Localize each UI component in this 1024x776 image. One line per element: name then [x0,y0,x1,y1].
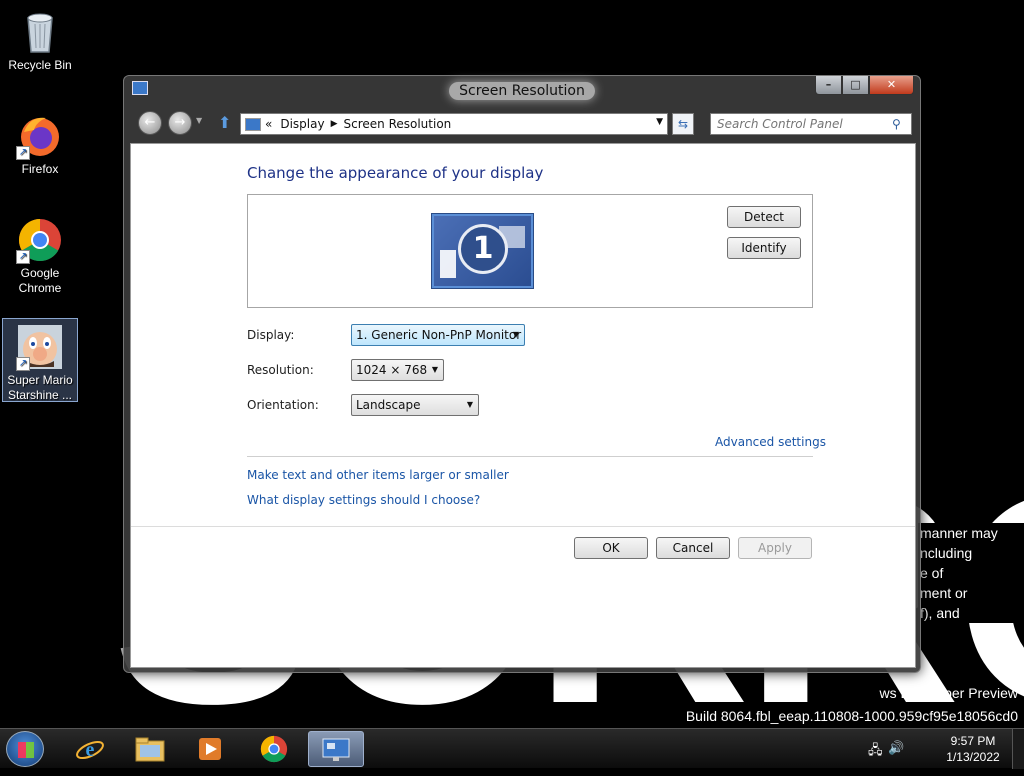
refresh-icon[interactable]: ⇆ [672,113,694,135]
dropdown-arrow-icon: ▼ [512,330,519,339]
page-heading: Change the appearance of your display [247,164,544,182]
monitor-number: 1 [458,224,508,274]
breadcrumb-display[interactable]: Display [280,117,324,131]
taskbar: e 🖧 🔊 9:57 PM 1/13/2022 [0,728,1024,769]
desktop-icon-label: Google Chrome [18,266,62,295]
window-title: Screen Resolution [124,80,920,102]
breadcrumb-screen-resolution[interactable]: Screen Resolution [344,117,452,131]
display-select-value: 1. Generic Non-PnP Monitor [356,328,522,342]
svg-text:e: e [86,739,95,761]
orientation-label: Orientation: [247,398,319,412]
clock-time: 9:57 PM [950,734,996,748]
detect-button[interactable]: Detect [727,206,801,228]
desktop-icon-firefox[interactable]: ↗ Firefox [2,108,78,177]
display-preview-area: 1 Detect Identify [247,194,813,308]
divider [247,456,813,457]
desktop-icon-google-chrome[interactable]: ↗ Google Chrome [2,212,78,296]
breadcrumb-overflow[interactable]: « [265,117,272,131]
desktop-icon-label: Super Mario Starshine ... [7,373,73,402]
divider [131,526,915,527]
breadcrumb-separator-icon[interactable]: ▶ [331,119,338,129]
media-player-icon [199,738,221,760]
apply-button[interactable]: Apply [738,537,812,559]
resolution-select-value: 1024 × 768 [356,363,428,377]
display-select[interactable]: 1. Generic Non-PnP Monitor ▼ [351,324,525,346]
firefox-icon: ↗ [16,112,64,160]
screen-resolution-window: Screen Resolution – □ ✕ ← → ▼ ⬆ « Displa… [123,75,921,673]
text-size-link[interactable]: Make text and other items larger or smal… [247,468,509,482]
orientation-select[interactable]: Landscape ▼ [351,394,479,416]
content-pane: Change the appearance of your display 1 … [130,143,916,668]
dropdown-arrow-icon: ▼ [431,365,438,374]
start-button[interactable] [6,731,44,767]
desktop-icon-label: Firefox [21,162,59,176]
volume-icon[interactable]: 🔊 [888,741,904,756]
internet-explorer-icon: e [76,739,104,761]
taskbar-media-player[interactable] [182,731,238,767]
close-button[interactable]: ✕ [869,76,914,95]
chrome-icon [260,735,288,763]
dropdown-arrow-icon: ▼ [466,400,473,409]
resolution-select[interactable]: 1024 × 768 ▼ [351,359,444,381]
orientation-select-value: Landscape [356,398,421,412]
recent-pages-dropdown-icon[interactable]: ▼ [196,116,202,125]
address-dropdown-icon[interactable]: ▼ [656,117,663,127]
identify-button[interactable]: Identify [727,237,801,259]
system-tray: 🖧 🔊 9:57 PM 1/13/2022 [868,729,1008,769]
clock-date: 1/13/2022 [946,750,1000,764]
taskbar-google-chrome[interactable] [246,731,302,767]
up-arrow-icon[interactable]: ⬆ [218,113,231,132]
display-label: Display: [247,328,295,342]
taskbar-file-explorer[interactable] [122,731,178,767]
display-settings-help-link[interactable]: What display settings should I choose? [247,493,480,507]
shortcut-arrow-icon: ↗ [16,250,30,264]
monitor-window-graphic [440,250,456,278]
address-bar[interactable]: « Display ▶ Screen Resolution ▼ [240,113,668,135]
display-settings-icon [322,738,350,761]
show-desktop-button[interactable] [1012,729,1024,769]
forward-button[interactable]: → [168,111,192,135]
network-icon[interactable]: 🖧 [868,741,883,763]
taskbar-internet-explorer[interactable]: e [62,731,118,767]
os-watermark-line1: ws Developer Preview [879,685,1019,701]
taskbar-control-panel[interactable] [308,731,364,767]
cancel-button[interactable]: Cancel [656,537,730,559]
search-icon[interactable]: ⚲ [892,117,901,131]
control-panel-icon [245,117,261,131]
folder-icon [135,737,165,762]
clock[interactable]: 9:57 PM 1/13/2022 [938,733,1008,765]
search-input[interactable] [710,113,912,135]
resolution-label: Resolution: [247,363,314,377]
advanced-settings-link[interactable]: Advanced settings [715,435,826,449]
game-icon: ↗ [16,323,64,371]
chrome-icon: ↗ [16,216,64,264]
desktop-icon-recycle-bin[interactable]: Recycle Bin [2,4,78,73]
recycle-bin-icon [16,8,64,56]
os-watermark-line2: Build 8064.fbl_eeap.110808-1000.959cf95e… [685,708,1018,724]
minimize-button[interactable]: – [815,76,842,95]
desktop-icon-label: Recycle Bin [8,58,72,72]
back-button[interactable]: ← [138,111,162,135]
shortcut-arrow-icon: ↗ [16,357,30,371]
ok-button[interactable]: OK [574,537,648,559]
shortcut-arrow-icon: ↗ [16,146,30,160]
monitor-1-thumbnail[interactable]: 1 [431,213,534,289]
maximize-button[interactable]: □ [842,76,869,95]
wallpaper-legal-text: manner may ncluding e of ment or f), and [918,523,1024,623]
desktop-icon-super-mario-starshine[interactable]: ↗ Super Mario Starshine ... [2,318,78,402]
